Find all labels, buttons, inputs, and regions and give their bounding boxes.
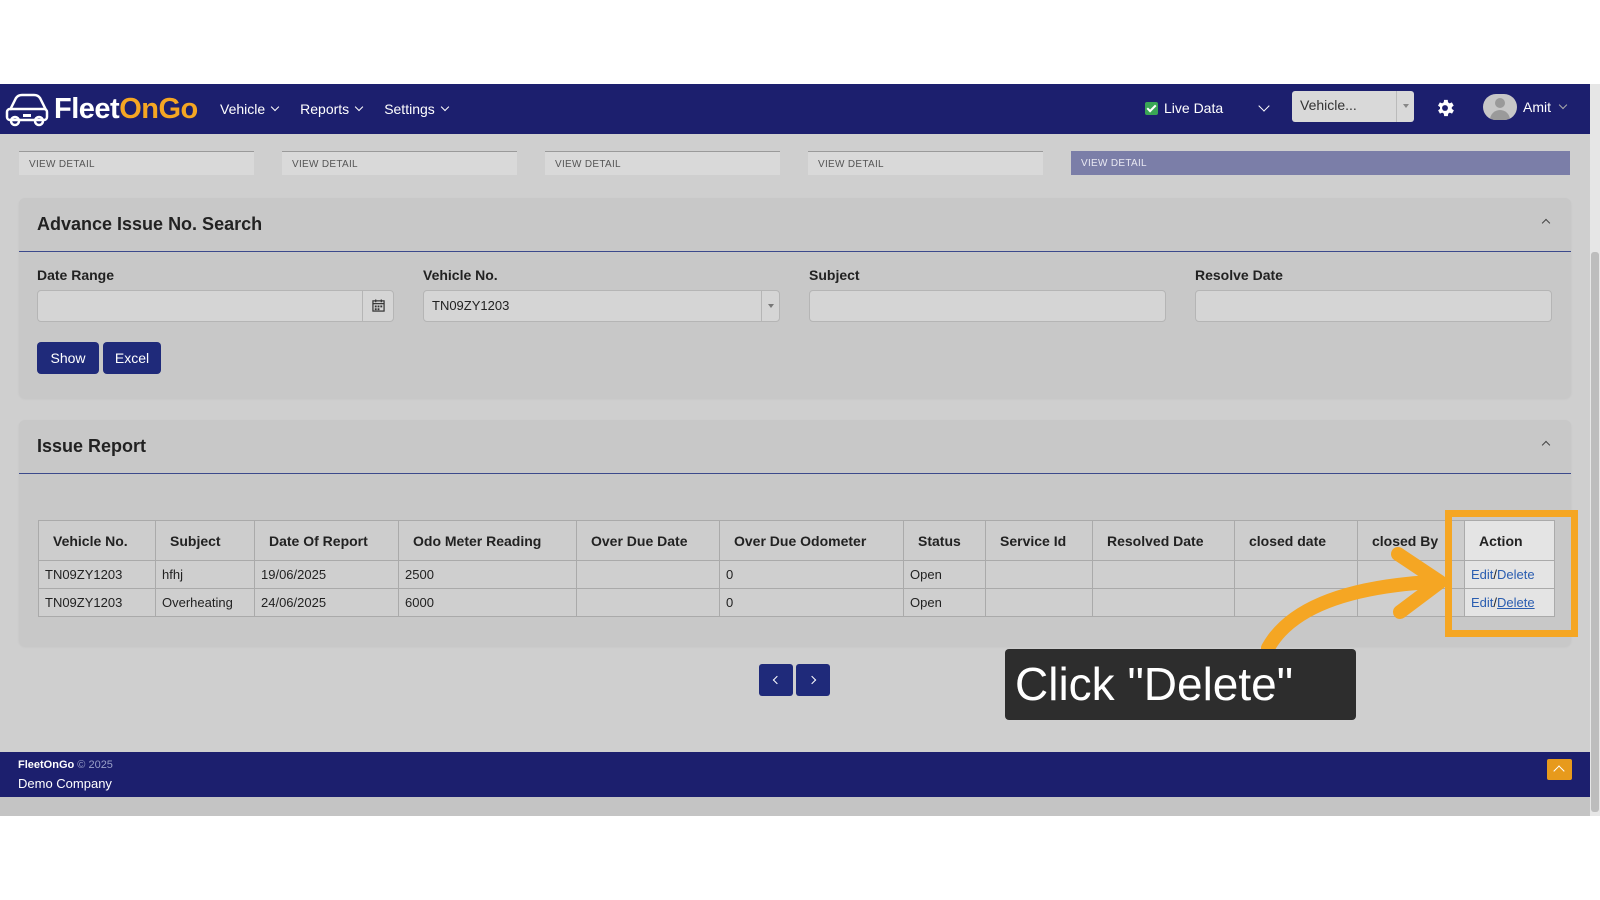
cell-overdue-odometer: 0 <box>719 588 904 617</box>
cell-overdue-date <box>576 560 720 589</box>
menu-vehicle-label: Vehicle <box>220 101 266 117</box>
pointer-arrow-icon <box>1261 547 1447 650</box>
live-data-label: Live Data <box>1164 100 1224 116</box>
horizontal-scrollbar[interactable] <box>0 797 1590 816</box>
menu-reports-label: Reports <box>300 101 350 117</box>
cell-resolved-date <box>1092 560 1235 589</box>
subject-input[interactable] <box>809 290 1166 322</box>
cell-overdue-odometer: 0 <box>719 560 904 589</box>
show-button[interactable]: Show <box>37 342 99 374</box>
brand-name-part2: OnGo <box>119 92 198 125</box>
calendar-button[interactable] <box>362 291 393 321</box>
cell-service-id <box>985 588 1093 617</box>
dropdown-arrow-icon[interactable] <box>1396 91 1414 122</box>
subject-label: Subject <box>809 267 860 283</box>
vehicle-select[interactable]: Vehicle... <box>1292 91 1414 122</box>
column-header[interactable]: Subject <box>155 520 255 561</box>
vertical-scrollbar[interactable] <box>1590 84 1600 816</box>
vehicle-select-value: Vehicle... <box>1300 97 1357 113</box>
calendar-icon <box>372 299 385 312</box>
user-name: Amit <box>1523 99 1551 115</box>
issue-report-header: Issue Report <box>19 420 1571 474</box>
cell-date: 24/06/2025 <box>254 588 399 617</box>
column-header[interactable]: Service Id <box>985 520 1093 561</box>
view-detail-link[interactable]: VIEW DETAIL <box>19 151 254 175</box>
brand-name-part1: Fleet <box>54 92 120 125</box>
footer-year: © 2025 <box>77 759 113 771</box>
chevron-right-icon[interactable] <box>796 664 830 696</box>
chevron-up-icon[interactable] <box>1541 440 1551 450</box>
vehicle-no-select[interactable]: TN09ZY1203 <box>423 290 780 322</box>
cell-subject: Overheating <box>155 588 255 617</box>
resolve-date-input[interactable] <box>1195 290 1552 322</box>
gear-icon[interactable] <box>1434 97 1456 119</box>
column-header[interactable]: Over Due Date <box>576 520 720 561</box>
cell-service-id <box>985 560 1093 589</box>
instruction-callout: Click "Delete" <box>1005 649 1356 720</box>
menu-vehicle[interactable]: Vehicle <box>220 101 280 117</box>
chevron-up-icon[interactable] <box>1541 218 1551 228</box>
check-icon[interactable] <box>1145 101 1158 115</box>
screenshot-stage: FleetOnGo Vehicle Reports Settings Live … <box>0 0 1600 900</box>
cell-odometer: 2500 <box>398 560 577 589</box>
footer-company: Demo Company <box>18 776 112 791</box>
brand-name: FleetOnGo <box>54 93 198 126</box>
live-data-dropdown-icon[interactable] <box>1258 100 1270 112</box>
menu-reports[interactable]: Reports <box>300 101 364 117</box>
cell-date: 19/06/2025 <box>254 560 399 589</box>
cell-overdue-date <box>576 588 720 617</box>
chevron-down-icon <box>270 102 280 112</box>
chevron-down-icon <box>354 102 364 112</box>
date-range-label: Date Range <box>37 267 115 283</box>
column-header[interactable]: Resolved Date <box>1092 520 1235 561</box>
column-header[interactable]: Over Due Odometer <box>719 520 904 561</box>
user-menu[interactable]: Amit <box>1483 94 1568 120</box>
main-menu: Vehicle Reports Settings <box>220 84 450 134</box>
user-avatar-icon <box>1483 94 1517 120</box>
menu-settings-label: Settings <box>384 101 435 117</box>
cell-vehicle: TN09ZY1203 <box>38 588 156 617</box>
brand-logo[interactable]: FleetOnGo <box>4 88 198 130</box>
chevron-left-icon[interactable] <box>759 664 793 696</box>
resolve-date-label: Resolve Date <box>1195 267 1283 283</box>
column-header[interactable]: Status <box>903 520 986 561</box>
issue-report-title: Issue Report <box>37 436 147 456</box>
top-navbar: FleetOnGo Vehicle Reports Settings Live … <box>0 84 1590 134</box>
footer-copyright: FleetOnGo © 2025 <box>18 759 113 771</box>
view-detail-link[interactable]: VIEW DETAIL <box>545 151 780 175</box>
live-data-toggle[interactable]: Live Data <box>1145 100 1223 116</box>
cell-status: Open <box>903 588 986 617</box>
column-header[interactable]: Date Of Report <box>254 520 399 561</box>
menu-settings[interactable]: Settings <box>384 101 450 117</box>
cell-status: Open <box>903 560 986 589</box>
cell-resolved-date <box>1092 588 1235 617</box>
view-detail-link-active[interactable]: VIEW DETAIL <box>1071 151 1570 175</box>
column-header[interactable]: Odo Meter Reading <box>398 520 577 561</box>
vehicle-no-label: Vehicle No. <box>423 267 498 283</box>
search-panel: Advance Issue No. Search Date Range Vehi… <box>19 198 1571 398</box>
view-detail-link[interactable]: VIEW DETAIL <box>282 151 517 175</box>
column-header[interactable]: Vehicle No. <box>38 520 156 561</box>
cell-vehicle: TN09ZY1203 <box>38 560 156 589</box>
chevron-down-icon <box>440 102 450 112</box>
page-footer: FleetOnGo © 2025 Demo Company <box>0 752 1590 797</box>
search-panel-title: Advance Issue No. Search <box>37 214 263 234</box>
vehicle-no-value: TN09ZY1203 <box>432 298 510 313</box>
cell-subject: hfhj <box>155 560 255 589</box>
scroll-top-icon[interactable] <box>1547 759 1572 780</box>
cell-odometer: 6000 <box>398 588 577 617</box>
scrollbar-thumb[interactable] <box>1591 252 1599 812</box>
footer-brand: FleetOnGo <box>18 759 75 771</box>
search-panel-header: Advance Issue No. Search <box>19 198 1571 252</box>
app-window: FleetOnGo Vehicle Reports Settings Live … <box>0 84 1590 816</box>
chevron-down-icon <box>1558 100 1568 110</box>
date-range-input[interactable] <box>37 290 394 322</box>
delete-highlight-box <box>1445 510 1578 637</box>
excel-button[interactable]: Excel <box>103 342 161 374</box>
car-logo-icon <box>5 93 49 127</box>
view-detail-link[interactable]: VIEW DETAIL <box>808 151 1043 175</box>
dropdown-arrow-icon[interactable] <box>761 291 779 321</box>
